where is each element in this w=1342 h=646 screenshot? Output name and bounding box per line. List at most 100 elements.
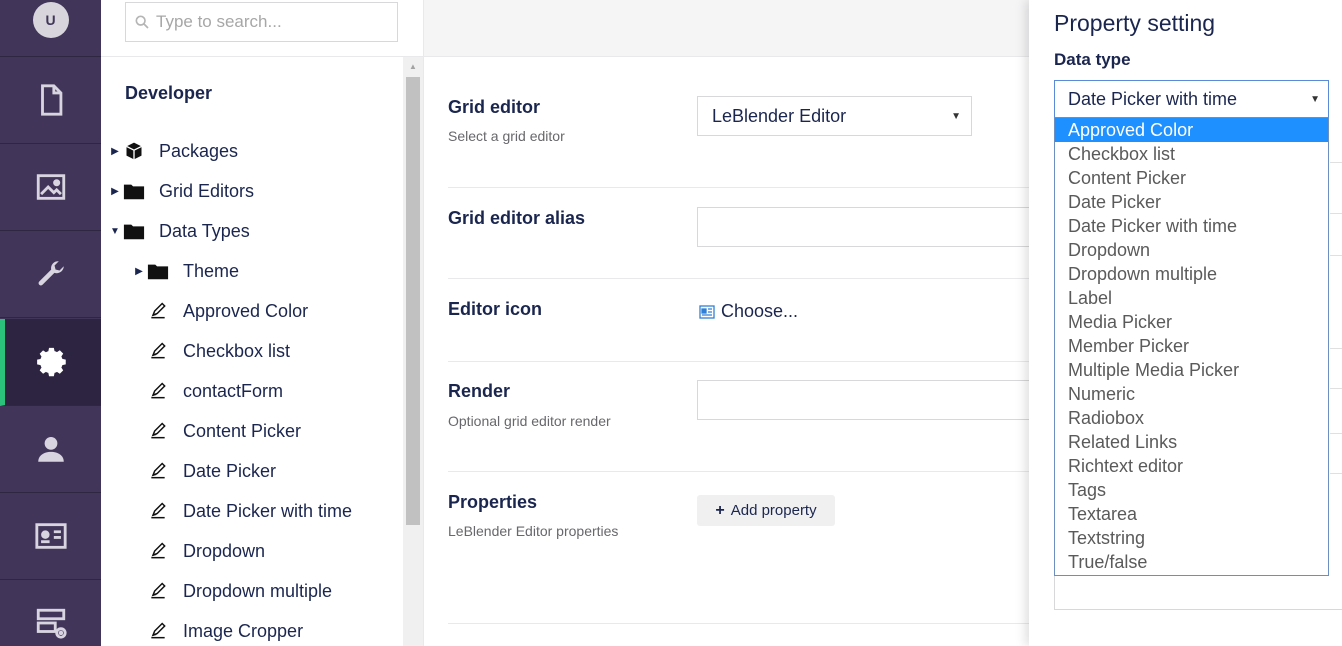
caret-right-icon[interactable]: ▶ <box>109 146 121 157</box>
render-label: Render <box>448 381 511 401</box>
option-date-picker[interactable]: Date Picker <box>1055 190 1328 214</box>
add-property-label: Add property <box>730 502 817 519</box>
tree-item-label: Grid Editors <box>159 180 255 201</box>
tree-item-label: Approved Color <box>183 300 309 321</box>
choose-icon-link[interactable]: Choose... <box>699 301 798 322</box>
folder-icon <box>121 220 147 242</box>
section-content[interactable] <box>0 57 101 144</box>
grid-editor-label: Grid editor <box>448 97 541 117</box>
option-tags[interactable]: Tags <box>1055 478 1328 502</box>
tree-scrollbar[interactable]: ▲ <box>403 57 423 646</box>
option-content-picker[interactable]: Content Picker <box>1055 166 1328 190</box>
data-type-options: Approved Color Checkbox list Content Pic… <box>1054 117 1329 576</box>
tree-item-label: Content Picker <box>183 420 302 441</box>
option-numeric[interactable]: Numeric <box>1055 382 1328 406</box>
editor-main: Grid editor Select a grid editor LeBlend… <box>424 0 1057 646</box>
tree-item-date-picker[interactable]: Date Picker <box>145 451 276 491</box>
tree-item-theme[interactable]: ▶ Theme <box>133 251 239 291</box>
document-icon <box>40 84 62 116</box>
tree-item-dropdown-multiple[interactable]: Dropdown multiple <box>145 571 332 611</box>
option-member-picker[interactable]: Member Picker <box>1055 334 1328 358</box>
user-icon <box>37 436 64 462</box>
package-icon <box>121 140 147 162</box>
section-forms[interactable] <box>0 580 101 646</box>
section-users[interactable] <box>0 406 101 493</box>
row-properties: Properties LeBlender Editor properties +… <box>448 472 1029 624</box>
row-grid-editor: Grid editor Select a grid editor LeBlend… <box>448 76 1029 188</box>
option-date-picker-with-time[interactable]: Date Picker with time <box>1055 214 1328 238</box>
search-icon <box>135 15 149 29</box>
tree-item-label: Theme <box>183 260 240 281</box>
edit-icon <box>145 540 171 562</box>
grid-editor-value: LeBlender Editor <box>712 105 847 126</box>
chevron-down-icon: ▼ <box>1310 93 1320 105</box>
tree-item-date-picker-with-time[interactable]: Date Picker with time <box>145 491 352 531</box>
row-editor-icon: Editor icon Choose... <box>448 279 1029 362</box>
wrench-icon <box>38 261 64 286</box>
data-type-select[interactable]: Date Picker with time ▼ <box>1054 80 1329 118</box>
alias-input[interactable] <box>697 207 1057 247</box>
add-property-button[interactable]: + Add property <box>697 495 835 526</box>
option-dropdown[interactable]: Dropdown <box>1055 238 1328 262</box>
panel-title: Property setting <box>1054 10 1216 36</box>
user-area: U <box>0 0 101 57</box>
id-card-icon <box>699 304 715 319</box>
tree-item-contact-form[interactable]: contactForm <box>145 371 283 411</box>
chevron-down-icon: ▼ <box>951 110 961 122</box>
section-settings[interactable] <box>0 231 101 318</box>
option-checkbox-list[interactable]: Checkbox list <box>1055 142 1328 166</box>
choose-label: Choose... <box>721 301 799 321</box>
tree-item-data-types[interactable]: ▼ Data Types <box>109 211 250 251</box>
option-true-false[interactable]: True/false <box>1055 550 1328 574</box>
edit-icon <box>145 460 171 482</box>
option-textarea[interactable]: Textarea <box>1055 502 1328 526</box>
render-description: Optional grid editor render <box>448 413 611 429</box>
alias-label: Grid editor alias <box>448 208 586 228</box>
caret-down-icon[interactable]: ▼ <box>109 226 121 237</box>
tree-item-packages[interactable]: ▶ Packages <box>109 131 238 171</box>
row-render: Render Optional grid editor render <box>448 362 1057 472</box>
option-related-links[interactable]: Related Links <box>1055 430 1328 454</box>
grid-editor-description: Select a grid editor <box>448 128 565 144</box>
caret-right-icon[interactable]: ▶ <box>133 266 145 277</box>
option-approved-color[interactable]: Approved Color <box>1055 118 1328 142</box>
tree-item-label: Data Types <box>159 220 250 241</box>
section-media[interactable] <box>0 144 101 231</box>
caret-right-icon[interactable]: ▶ <box>109 186 121 197</box>
section-developer[interactable] <box>0 319 101 406</box>
tree-item-approved-color[interactable]: Approved Color <box>145 291 308 331</box>
edit-icon <box>145 420 171 442</box>
search-box <box>125 2 398 42</box>
row-alias: Grid editor alias <box>448 188 1057 279</box>
option-media-picker[interactable]: Media Picker <box>1055 310 1328 334</box>
avatar[interactable]: U <box>32 2 69 38</box>
option-multiple-media-picker[interactable]: Multiple Media Picker <box>1055 358 1328 382</box>
editor-header <box>424 0 1029 57</box>
option-textstring[interactable]: Textstring <box>1055 526 1328 550</box>
tree-item-checkbox-list[interactable]: Checkbox list <box>145 331 290 371</box>
folder-icon <box>145 260 171 282</box>
tree-item-content-picker[interactable]: Content Picker <box>145 411 301 451</box>
scroll-up-icon[interactable]: ▲ <box>403 57 423 75</box>
scrollbar-thumb[interactable] <box>406 77 420 525</box>
tree-item-label: Checkbox list <box>183 340 291 361</box>
tree-item-image-cropper[interactable]: Image Cropper <box>145 611 303 646</box>
tree-item-grid-editors[interactable]: ▶ Grid Editors <box>109 171 254 211</box>
option-richtext-editor[interactable]: Richtext editor <box>1055 454 1328 478</box>
tree-item-label: Dropdown multiple <box>183 580 333 601</box>
render-input[interactable] <box>697 380 1057 420</box>
section-members[interactable] <box>0 493 101 580</box>
tree-item-dropdown[interactable]: Dropdown <box>145 531 265 571</box>
folder-icon <box>121 180 147 202</box>
grid-editor-select[interactable]: LeBlender Editor ▼ <box>697 96 972 136</box>
option-dropdown-multiple[interactable]: Dropdown multiple <box>1055 262 1328 286</box>
option-radiobox[interactable]: Radiobox <box>1055 406 1328 430</box>
tree-item-label: Date Picker <box>183 460 277 481</box>
id-card-icon <box>34 523 67 549</box>
search-input[interactable] <box>156 12 386 32</box>
edit-icon <box>145 500 171 522</box>
property-setting-panel: Property setting Data type Date Picker w… <box>1029 0 1342 646</box>
properties-description: LeBlender Editor properties <box>448 523 619 539</box>
tree-panel: Developer ▶ Packages ▶ Grid Editors ▼ Da… <box>101 0 424 646</box>
option-label[interactable]: Label <box>1055 286 1328 310</box>
